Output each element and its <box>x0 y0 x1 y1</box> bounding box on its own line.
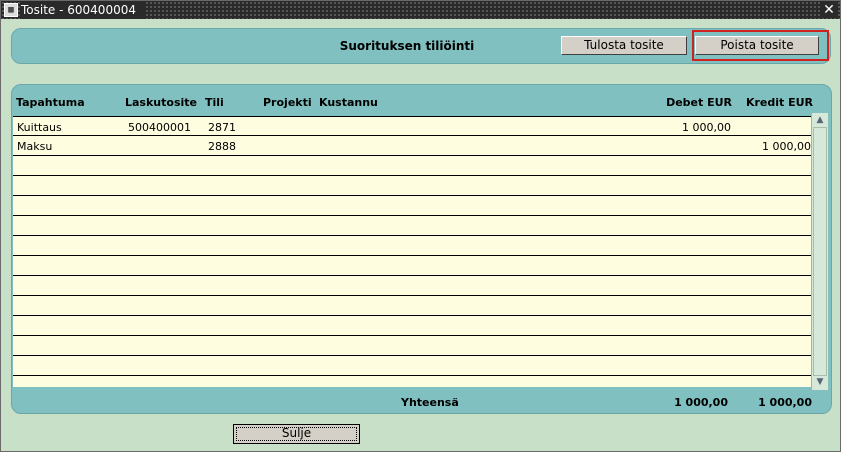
table-cell: 2888 <box>208 140 236 153</box>
table-row[interactable]: Kuittaus 500400001 2871 1 000,00 <box>13 116 811 136</box>
table-cell: Kuittaus <box>17 121 62 134</box>
scrollbar-thumb[interactable] <box>813 127 827 376</box>
total-debet: 1 000,00 <box>674 396 728 409</box>
total-label: Yhteensä <box>401 396 459 409</box>
table-cell: 1 000,00 <box>682 121 731 134</box>
column-header-tapahtuma: Tapahtuma <box>16 96 85 109</box>
table-header: Tapahtuma Laskutosite Tili Projekti Kust… <box>12 85 833 117</box>
table-row[interactable]: Maksu 2888 1 000,00 <box>13 136 811 156</box>
column-header-laskutosite: Laskutosite <box>125 96 197 109</box>
table-row[interactable] <box>13 216 811 236</box>
table-row[interactable] <box>13 236 811 256</box>
table-row[interactable] <box>13 316 811 336</box>
column-header-kredit: Kredit EUR <box>745 96 813 109</box>
table-cell: 500400001 <box>128 121 191 134</box>
table-row[interactable] <box>13 276 811 296</box>
close-icon[interactable]: ✕ <box>821 2 837 18</box>
column-header-tili: Tili <box>205 96 224 109</box>
table-row[interactable] <box>13 356 811 376</box>
header-bar: Suorituksen tiliöinti Tulosta tosite Poi… <box>11 28 831 64</box>
scroll-down-icon[interactable]: ▼ <box>813 376 827 389</box>
app-icon[interactable]: ▦ <box>4 3 18 17</box>
totals-row: Yhteensä 1 000,00 1 000,00 <box>12 389 833 415</box>
table-row[interactable] <box>13 336 811 356</box>
entries-panel: Tapahtuma Laskutosite Tili Projekti Kust… <box>11 84 832 414</box>
window-title: Tosite - 600400004 <box>21 1 144 19</box>
title-bar[interactable]: ▦ Tosite - 600400004 ✕ <box>1 1 840 19</box>
close-button[interactable]: Sulje <box>233 424 360 444</box>
scroll-up-icon[interactable]: ▲ <box>813 114 827 127</box>
table-row[interactable] <box>13 256 811 276</box>
column-header-kustannu: Kustannu <box>319 96 378 109</box>
table-cell: 2871 <box>208 121 236 134</box>
entries-grid: Kuittaus 500400001 2871 1 000,00 Maksu 2888 1 … <box>13 116 811 387</box>
total-kredit: 1 000,00 <box>758 396 812 409</box>
table-row[interactable] <box>13 196 811 216</box>
column-header-projekti: Projekti <box>263 96 312 109</box>
table-cell: Maksu <box>17 140 53 153</box>
document-window: ▦ Tosite - 600400004 ✕ Suorituksen tiliö… <box>0 0 841 452</box>
vertical-scrollbar[interactable]: ▲ ▼ <box>812 113 828 390</box>
print-voucher-button[interactable]: Tulosta tosite <box>561 36 687 55</box>
table-row[interactable] <box>13 156 811 176</box>
table-row[interactable] <box>13 296 811 316</box>
table-row[interactable] <box>13 176 811 196</box>
table-cell: 1 000,00 <box>762 140 811 153</box>
delete-voucher-button[interactable]: Poista tosite <box>695 36 819 55</box>
column-header-debet: Debet EUR <box>666 96 732 109</box>
